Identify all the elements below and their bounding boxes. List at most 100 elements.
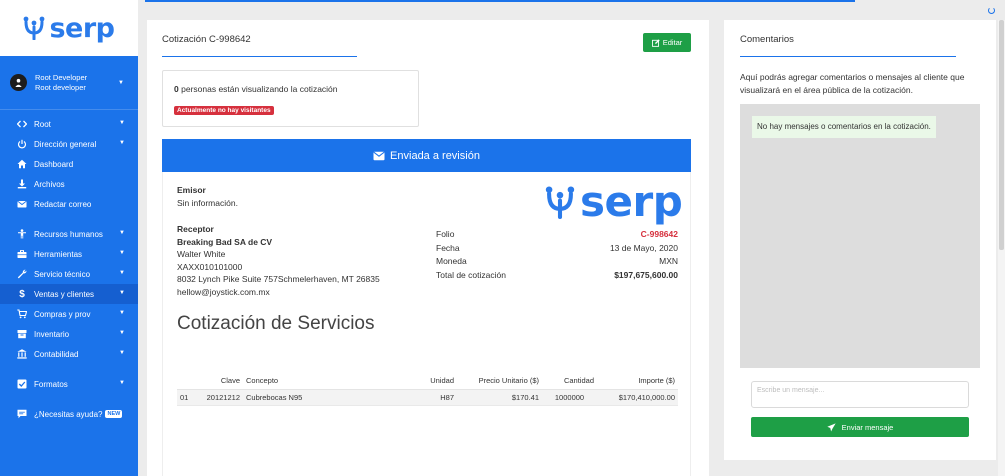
edit-icon bbox=[651, 38, 660, 47]
code-icon bbox=[16, 118, 28, 130]
chevron-down-icon: ▼ bbox=[118, 80, 124, 86]
sidebar-item-dashboard[interactable]: Dashboard bbox=[0, 154, 138, 174]
serp-logo-icon bbox=[545, 186, 575, 220]
receptor-contact: Walter White bbox=[177, 249, 226, 259]
sidebar-item-servicio-tecnico[interactable]: Servicio técnico ▼ bbox=[0, 264, 138, 284]
sidebar-item-contabilidad[interactable]: Contabilidad ▼ bbox=[0, 344, 138, 364]
receptor-address: 8032 Lynch Pike Suite 757Schmelerhaven, … bbox=[177, 274, 380, 284]
viewers-panel: 0 personas están visualizando la cotizac… bbox=[162, 70, 419, 127]
empty-message: No hay mensajes o comentarios en la coti… bbox=[752, 116, 936, 138]
chevron-down-icon: ▼ bbox=[119, 330, 125, 336]
inventory-icon bbox=[16, 328, 28, 340]
new-badge: NEW bbox=[105, 410, 123, 418]
person-icon bbox=[16, 228, 28, 240]
chat-icon bbox=[16, 408, 28, 420]
sidebar-item-label: Ventas y clientes bbox=[34, 289, 95, 299]
column-header: Concepto bbox=[243, 372, 415, 390]
sidebar-item-label: Contabilidad bbox=[34, 349, 79, 359]
status-badge: Actualmente no hay visitantes bbox=[174, 106, 274, 115]
table-cell: 01 bbox=[177, 389, 197, 406]
quote-document: Emisor Sin información. serp Receptor Br… bbox=[162, 172, 691, 476]
meta-label: Folio bbox=[436, 229, 455, 239]
column-header: Precio Unitario ($) bbox=[457, 372, 542, 390]
sidebar-item-formatos[interactable]: Formatos ▼ bbox=[0, 374, 138, 394]
sidebar-item-label: Herramientas bbox=[34, 249, 83, 259]
toolbox-icon bbox=[16, 248, 28, 260]
items-table: Clave Concepto Unidad Precio Unitario ($… bbox=[177, 372, 678, 406]
home-icon bbox=[16, 158, 28, 170]
sidebar-item-redactar-correo[interactable]: Redactar correo bbox=[0, 194, 138, 214]
user-menu[interactable]: Root Developer Root developer ▼ bbox=[0, 56, 138, 110]
meta-label: Moneda bbox=[436, 256, 467, 266]
spinner-icon bbox=[988, 7, 995, 14]
table-cell: $170.41 bbox=[457, 389, 542, 406]
column-header: Unidad bbox=[415, 372, 457, 390]
serp-logo-icon bbox=[24, 16, 45, 40]
edit-button-label: Editar bbox=[662, 38, 683, 47]
sidebar-item-label: Inventario bbox=[34, 329, 70, 339]
receptor-block: Receptor Breaking Bad SA de CV Walter Wh… bbox=[177, 223, 380, 298]
logo-wordmark: serp bbox=[580, 177, 683, 226]
user-icon bbox=[15, 78, 22, 87]
receptor-rfc: XAXX010101000 bbox=[177, 261, 243, 272]
table-cell: $170,410,000.00 bbox=[597, 389, 678, 406]
sidebar-item-compras-y-prov[interactable]: Compras y prov ▼ bbox=[0, 304, 138, 324]
sidebar-item-label: Archivos bbox=[34, 179, 65, 189]
user-name: Root Developer bbox=[35, 72, 88, 82]
sidebar-item-label: Compras y prov bbox=[34, 309, 91, 319]
sidebar-item-label: ¿Necesitas ayuda? bbox=[34, 409, 103, 419]
chevron-down-icon: ▼ bbox=[119, 310, 125, 316]
sidebar-item-direccion-general[interactable]: Dirección general ▼ bbox=[0, 134, 138, 154]
chevron-down-icon: ▼ bbox=[119, 250, 125, 256]
comments-thread[interactable]: No hay mensajes o comentarios en la coti… bbox=[740, 104, 980, 368]
power-icon bbox=[16, 138, 28, 150]
document-logo: serp bbox=[545, 177, 683, 226]
sidebar-item-label: Root bbox=[34, 119, 51, 129]
services-heading: Cotización de Servicios bbox=[177, 313, 375, 334]
sidebar-item-label: Redactar correo bbox=[34, 199, 92, 209]
sidebar-logo[interactable]: serp bbox=[0, 0, 138, 56]
meta-value: MXN bbox=[659, 256, 678, 266]
wrench-icon bbox=[16, 268, 28, 280]
page-scrollbar[interactable] bbox=[998, 20, 1005, 476]
receptor-company: Breaking Bad SA de CV bbox=[177, 236, 273, 247]
chevron-down-icon: ▼ bbox=[119, 270, 125, 276]
table-cell: H87 bbox=[415, 389, 457, 406]
sidebar-item-inventario[interactable]: Inventario ▼ bbox=[0, 324, 138, 344]
meta-label: Fecha bbox=[436, 242, 460, 253]
download-icon bbox=[16, 178, 28, 190]
meta-value: $197,675,600.00 bbox=[614, 269, 678, 280]
meta-row-moneda: Moneda MXN bbox=[436, 256, 678, 270]
chevron-down-icon: ▼ bbox=[119, 230, 125, 236]
chevron-down-icon: ▼ bbox=[119, 120, 125, 126]
sidebar-item-label: Servicio técnico bbox=[34, 269, 91, 279]
sidebar-item-root[interactable]: Root ▼ bbox=[0, 114, 138, 134]
chevron-down-icon: ▼ bbox=[119, 350, 125, 356]
sidebar-item-ayuda[interactable]: ¿Necesitas ayuda? NEW bbox=[0, 404, 138, 424]
sidebar-item-archivos[interactable]: Archivos bbox=[0, 174, 138, 194]
viewers-label: personas están visualizando la cotizació… bbox=[181, 84, 338, 94]
comments-card: Comentarios Aquí podrás agregar comentar… bbox=[724, 20, 996, 460]
chevron-down-icon: ▼ bbox=[119, 290, 125, 296]
column-header bbox=[177, 372, 197, 390]
sidebar-item-recursos-humanos[interactable]: Recursos humanos ▼ bbox=[0, 224, 138, 244]
edit-button[interactable]: Editar bbox=[643, 33, 691, 52]
column-header: Clave bbox=[197, 372, 243, 390]
sidebar-item-ventas-y-clientes[interactable]: $ Ventas y clientes ▼ bbox=[0, 284, 138, 304]
message-input[interactable] bbox=[751, 381, 969, 408]
receptor-email: hellow@joystick.com.mx bbox=[177, 286, 270, 297]
comments-intro: Aquí podrás agregar comentarios o mensaj… bbox=[740, 72, 965, 95]
table-cell: 20121212 bbox=[197, 389, 243, 406]
send-message-button[interactable]: Enviar mensaje bbox=[751, 417, 969, 437]
logo-wordmark: serp bbox=[49, 12, 115, 44]
envelope-icon bbox=[373, 151, 385, 160]
sidebar-item-herramientas[interactable]: Herramientas ▼ bbox=[0, 244, 138, 264]
emisor-value: Sin información. bbox=[177, 198, 238, 208]
sidebar-item-label: Recursos humanos bbox=[34, 229, 103, 239]
table-cell: Cubrebocas N95 bbox=[243, 389, 415, 406]
meta-row-fecha: Fecha 13 de Mayo, 2020 bbox=[436, 243, 678, 257]
page-title: Cotización C-998642 bbox=[162, 34, 251, 45]
scrollbar-thumb[interactable] bbox=[999, 20, 1004, 250]
column-header: Cantidad bbox=[542, 372, 597, 390]
loading-bar bbox=[145, 0, 855, 2]
